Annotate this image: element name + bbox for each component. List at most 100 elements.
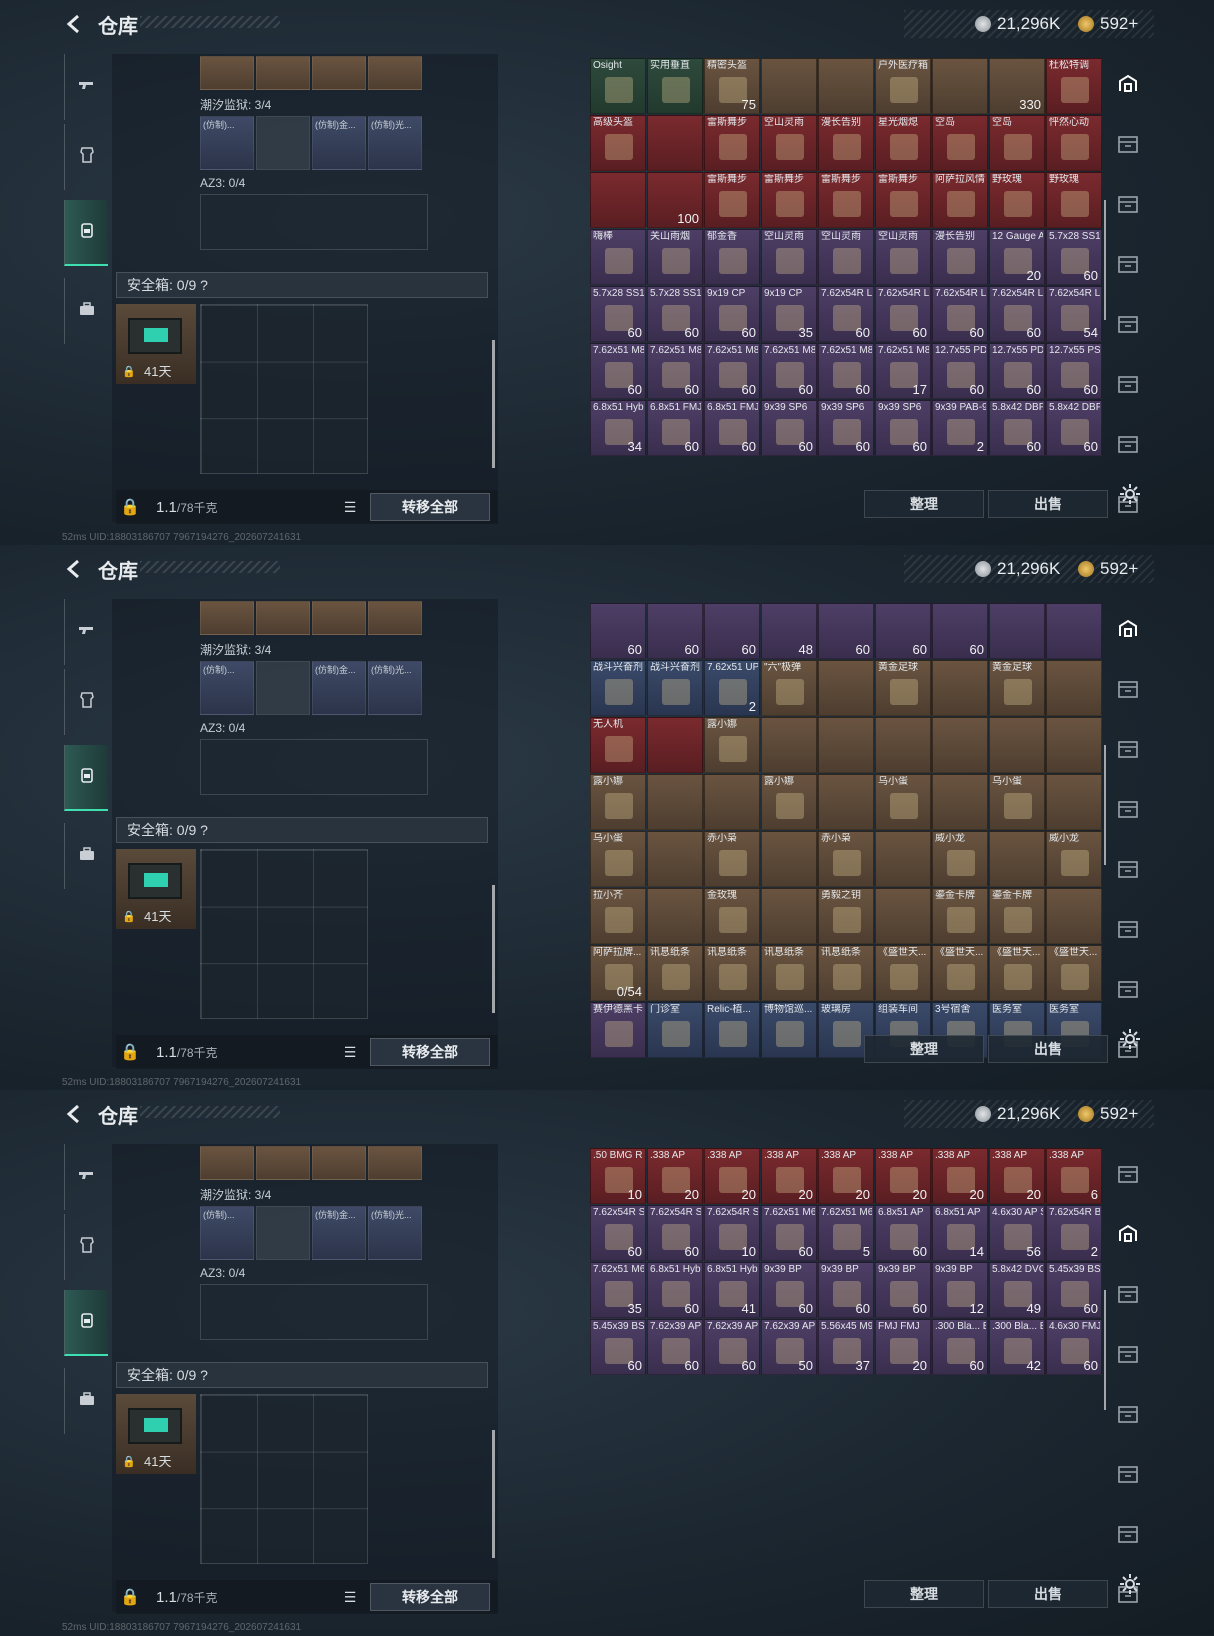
stash-cell[interactable]: 6.8x51 Hybrid 41: [704, 1262, 760, 1318]
stash-cell[interactable]: [1046, 660, 1102, 716]
item-slot[interactable]: [368, 56, 422, 90]
stash-cell[interactable]: 60: [704, 603, 760, 659]
stash-cell[interactable]: 6.8x51 AP 14: [932, 1205, 988, 1261]
stash-cell[interactable]: [761, 58, 817, 114]
stash-tab-3[interactable]: [1114, 1282, 1142, 1310]
stash-cell[interactable]: 鎏金卡牌: [989, 888, 1045, 944]
stash-cell[interactable]: 5.45x39 BS 60: [1046, 1262, 1102, 1318]
stash-cell[interactable]: 雷斯舞步: [704, 115, 760, 171]
stash-tab-1[interactable]: [1114, 72, 1142, 100]
stash-tab-4[interactable]: [1114, 797, 1142, 825]
stash-cell[interactable]: 7.62x51 M80 60: [818, 343, 874, 399]
stash-cell[interactable]: [818, 660, 874, 716]
stash-cell[interactable]: [761, 888, 817, 944]
container2-slots[interactable]: [200, 739, 428, 795]
stash-tab-7[interactable]: [1114, 432, 1142, 460]
stash-cell[interactable]: [932, 717, 988, 773]
stash-cell[interactable]: 星光烟熄: [875, 115, 931, 171]
stash-tab-6[interactable]: [1114, 917, 1142, 945]
list-view-icon[interactable]: ☰: [338, 495, 362, 519]
tab-backpack[interactable]: [64, 200, 108, 266]
safebox-item[interactable]: 🔒 41天: [116, 1394, 196, 1474]
stash-cell[interactable]: [989, 717, 1045, 773]
item-slot[interactable]: (仿制)光...: [368, 116, 422, 170]
stash-cell[interactable]: 9x39 BP 60: [761, 1262, 817, 1318]
stash-cell[interactable]: 《盛世天...: [1046, 945, 1102, 1001]
stash-cell[interactable]: 7.62x39 AP 60: [704, 1319, 760, 1375]
stash-cell[interactable]: 7.62x51 UPS 2: [704, 660, 760, 716]
stash-cell[interactable]: 博物馆巡...: [761, 1002, 817, 1058]
stash-cell[interactable]: 12.7x55 PS12 60: [1046, 343, 1102, 399]
stash-tab-2[interactable]: [1114, 132, 1142, 160]
stash-cell[interactable]: 4.6x30 AP SX 56: [989, 1205, 1045, 1261]
stash-cell[interactable]: 讯息纸条: [761, 945, 817, 1001]
stash-tab-2[interactable]: [1114, 677, 1142, 705]
stash-cell[interactable]: [932, 58, 988, 114]
stash-cell[interactable]: 关山雨烟: [647, 229, 703, 285]
back-arrow-icon[interactable]: [62, 1102, 86, 1126]
stash-tab-1[interactable]: [1114, 617, 1142, 645]
stash-cell[interactable]: 金玫瑰: [704, 888, 760, 944]
item-slot[interactable]: [256, 601, 310, 635]
stash-cell[interactable]: [932, 774, 988, 830]
stash-cell[interactable]: [590, 172, 646, 228]
stash-cell[interactable]: 5.45x39 BS 60: [590, 1319, 646, 1375]
stash-tab-1[interactable]: [1114, 1162, 1142, 1190]
stash-cell[interactable]: [875, 717, 931, 773]
sort-button[interactable]: 整理: [864, 1580, 984, 1608]
stash-cell[interactable]: 空山灵雨: [761, 115, 817, 171]
stash-cell[interactable]: 6.8x51 Hybrid 34: [590, 400, 646, 456]
stash-cell[interactable]: 鎏金卡牌: [932, 888, 988, 944]
stash-cell[interactable]: 黄金足球: [875, 660, 931, 716]
safebox-header[interactable]: 安全箱: 0/9 ?: [116, 272, 488, 298]
premium-balance[interactable]: 592+: [1078, 12, 1138, 36]
stash-cell[interactable]: 12 Gauge AP 20: [989, 229, 1045, 285]
stash-cell[interactable]: 阿萨拉牌... 0/54: [590, 945, 646, 1001]
stash-cell[interactable]: 9x19 CP 35: [761, 286, 817, 342]
lock-icon[interactable]: 🔒: [116, 497, 144, 517]
stash-cell[interactable]: 7.62x54R SNB 60: [647, 1205, 703, 1261]
stash-cell[interactable]: 空山灵雨: [761, 229, 817, 285]
stash-cell[interactable]: [1046, 603, 1102, 659]
stash-tab-3[interactable]: [1114, 737, 1142, 765]
lock-icon[interactable]: 🔒: [116, 1042, 144, 1062]
stash-cell[interactable]: .338 AP 6: [1046, 1148, 1102, 1204]
stash-cell[interactable]: 怦然心动: [1046, 115, 1102, 171]
left-scrollbar[interactable]: [492, 340, 495, 468]
stash-cell[interactable]: 9x19 CP 60: [704, 286, 760, 342]
stash-cell[interactable]: 空岛: [932, 115, 988, 171]
settings-gear-icon[interactable]: [1118, 482, 1142, 506]
stash-tab-5[interactable]: [1114, 857, 1142, 885]
item-slot[interactable]: (仿制)金...: [312, 661, 366, 715]
stash-cell[interactable]: .300 Bla... BCP FMJ 42: [989, 1319, 1045, 1375]
stash-cell[interactable]: [704, 774, 760, 830]
stash-cell[interactable]: 无人机: [590, 717, 646, 773]
item-slot[interactable]: (仿制)...: [200, 1206, 254, 1260]
stash-cell[interactable]: 60: [875, 603, 931, 659]
stash-cell[interactable]: [818, 58, 874, 114]
stash-cell[interactable]: 赛伊德黑卡: [590, 1002, 646, 1058]
stash-cell[interactable]: 7.62x51 M80 17: [875, 343, 931, 399]
stash-cell[interactable]: 露小娜: [761, 774, 817, 830]
stash-tab-4[interactable]: [1114, 1342, 1142, 1370]
item-slot[interactable]: (仿制)...: [200, 661, 254, 715]
list-view-icon[interactable]: ☰: [338, 1040, 362, 1064]
stash-cell[interactable]: 9x39 BP 60: [818, 1262, 874, 1318]
stash-cell[interactable]: 5.56x45 M995 37: [818, 1319, 874, 1375]
tab-case[interactable]: [64, 823, 108, 889]
stash-cell[interactable]: 讯息纸条: [647, 945, 703, 1001]
tab-armor[interactable]: [64, 124, 108, 190]
tab-case[interactable]: [64, 1368, 108, 1434]
container2-slots[interactable]: [200, 1284, 428, 1340]
list-view-icon[interactable]: ☰: [338, 1585, 362, 1609]
tab-weapons[interactable]: [64, 599, 108, 665]
settings-gear-icon[interactable]: [1118, 1027, 1142, 1051]
item-slot[interactable]: [200, 56, 254, 90]
stash-cell[interactable]: 5.7x28 SS190 60: [647, 286, 703, 342]
stash-cell[interactable]: Osight: [590, 58, 646, 114]
stash-cell[interactable]: Relic-植...: [704, 1002, 760, 1058]
stash-cell[interactable]: 郁金香: [704, 229, 760, 285]
stash-cell[interactable]: 勇毅之钥: [818, 888, 874, 944]
sell-button[interactable]: 出售: [988, 1580, 1108, 1608]
coin-balance[interactable]: 21,296K: [975, 1102, 1060, 1126]
